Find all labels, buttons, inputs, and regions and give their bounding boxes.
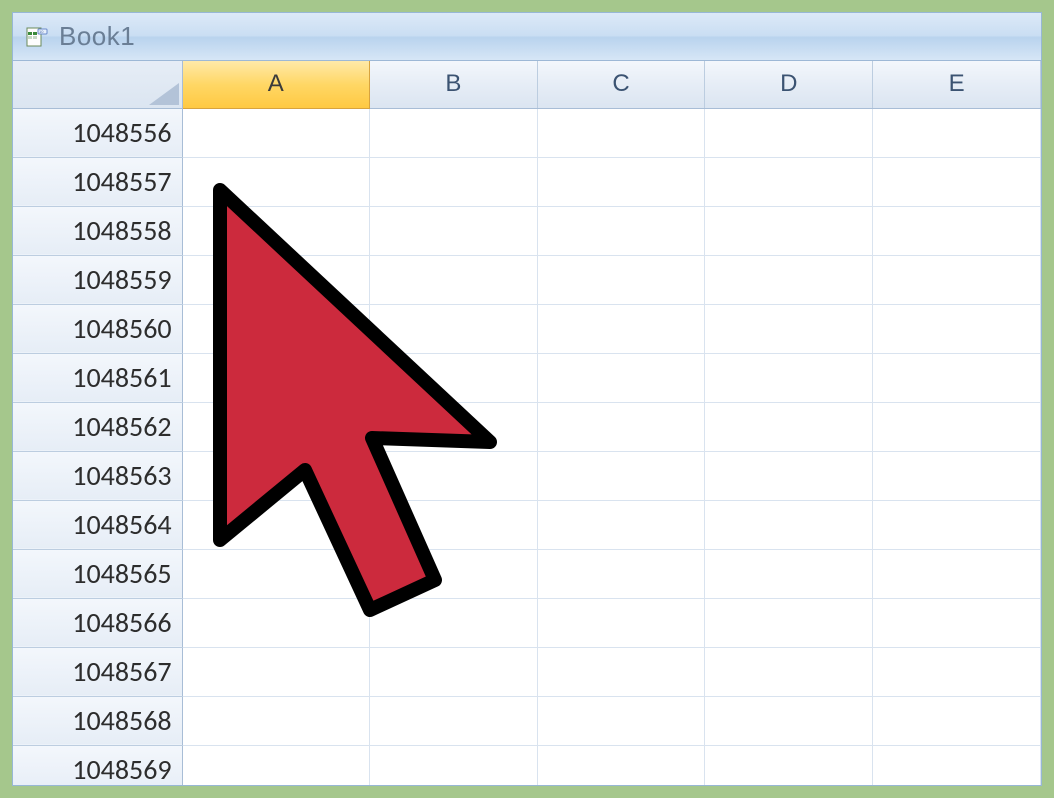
workbook-window: 10 Book1 A B C D E 1048556 [12,12,1042,786]
cell[interactable] [705,108,873,157]
cell[interactable] [370,647,538,696]
cell[interactable] [182,157,369,206]
row-header[interactable]: 1048562 [13,402,182,451]
cell[interactable] [705,647,873,696]
cell[interactable] [705,304,873,353]
cell[interactable] [873,598,1041,647]
cell[interactable] [705,549,873,598]
row-header[interactable]: 1048565 [13,549,182,598]
cell[interactable] [873,255,1041,304]
column-header-d[interactable]: D [705,61,873,108]
row-header[interactable]: 1048561 [13,353,182,402]
cell[interactable] [370,500,538,549]
cell[interactable] [370,451,538,500]
cell[interactable] [537,353,705,402]
row-header[interactable]: 1048559 [13,255,182,304]
row-header[interactable]: 1048563 [13,451,182,500]
column-header-e[interactable]: E [873,61,1041,108]
cell[interactable] [537,255,705,304]
cell[interactable] [873,157,1041,206]
row-header[interactable]: 1048564 [13,500,182,549]
cell[interactable] [873,451,1041,500]
cell[interactable] [705,696,873,745]
cell[interactable] [370,255,538,304]
cell[interactable] [705,598,873,647]
cell[interactable] [182,745,369,786]
row-header[interactable]: 1048568 [13,696,182,745]
row-header[interactable]: 1048569 [13,745,182,786]
cell[interactable] [537,157,705,206]
cell[interactable] [537,647,705,696]
cell[interactable] [537,598,705,647]
cell[interactable] [705,255,873,304]
cell[interactable] [705,500,873,549]
workbook-title: Book1 [59,21,135,52]
cell[interactable] [537,500,705,549]
cell[interactable] [537,549,705,598]
cell[interactable] [182,451,369,500]
titlebar[interactable]: 10 Book1 [13,13,1041,61]
cell[interactable] [370,206,538,255]
cell[interactable] [182,353,369,402]
cell[interactable] [873,696,1041,745]
cell[interactable] [705,206,873,255]
column-header-b[interactable]: B [370,61,538,108]
svg-text:10: 10 [39,29,44,34]
cell[interactable] [705,745,873,786]
cell[interactable] [370,549,538,598]
cell[interactable] [182,402,369,451]
cell[interactable] [182,255,369,304]
cell[interactable] [537,696,705,745]
cell[interactable] [182,696,369,745]
column-header-a[interactable]: A [182,61,369,108]
cell[interactable] [370,745,538,786]
cell[interactable] [182,549,369,598]
cell[interactable] [537,108,705,157]
cell[interactable] [370,304,538,353]
cell[interactable] [537,451,705,500]
cell[interactable] [370,157,538,206]
row-header[interactable]: 1048558 [13,206,182,255]
cell[interactable] [370,353,538,402]
row-header[interactable]: 1048567 [13,647,182,696]
cell[interactable] [370,598,538,647]
cell[interactable] [705,353,873,402]
cell[interactable] [873,108,1041,157]
cell[interactable] [537,304,705,353]
cell[interactable] [182,108,369,157]
excel-file-icon: 10 [25,25,49,49]
cell[interactable] [705,451,873,500]
cell[interactable] [705,157,873,206]
row-header[interactable]: 1048560 [13,304,182,353]
row-header[interactable]: 1048556 [13,108,182,157]
cell[interactable] [873,353,1041,402]
cell[interactable] [537,745,705,786]
cell[interactable] [182,304,369,353]
cell[interactable] [182,647,369,696]
cell[interactable] [370,696,538,745]
cell[interactable] [370,402,538,451]
select-all-corner[interactable] [13,61,182,108]
cell[interactable] [873,745,1041,786]
cell[interactable] [537,206,705,255]
row-header[interactable]: 1048557 [13,157,182,206]
cell[interactable] [705,402,873,451]
cell[interactable] [873,206,1041,255]
cell[interactable] [873,500,1041,549]
cell[interactable] [182,598,369,647]
spreadsheet-grid[interactable]: A B C D E 1048556 1048557 [13,61,1041,785]
cell[interactable] [182,206,369,255]
cell[interactable] [873,304,1041,353]
cell[interactable] [370,108,538,157]
cell[interactable] [182,500,369,549]
cell[interactable] [873,402,1041,451]
cell[interactable] [873,549,1041,598]
cell[interactable] [873,647,1041,696]
row-header[interactable]: 1048566 [13,598,182,647]
cell[interactable] [537,402,705,451]
column-header-c[interactable]: C [537,61,705,108]
